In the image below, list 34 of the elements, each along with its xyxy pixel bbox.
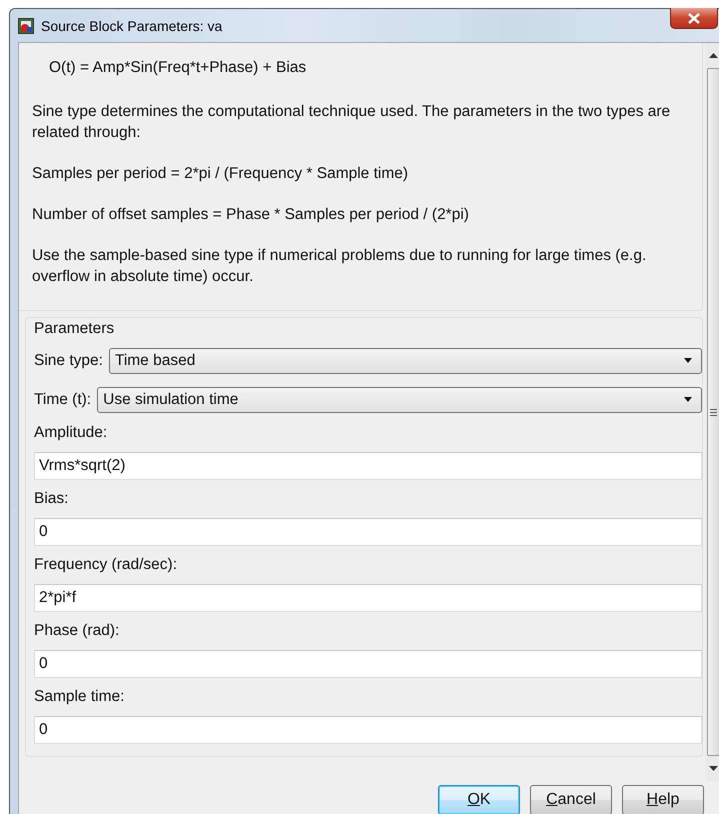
- dialog-button[interactable]: OK: [438, 785, 520, 814]
- dialog-button[interactable]: Help: [622, 785, 704, 814]
- caret-icon: [683, 397, 693, 403]
- dropdown[interactable]: Time based: [108, 348, 702, 374]
- app-icon: [18, 18, 34, 34]
- input-field[interactable]: 2*pi*f: [34, 584, 702, 612]
- input-field[interactable]: Vrms*sqrt(2): [34, 452, 702, 480]
- close-icon: [687, 12, 701, 24]
- scroll-thumb[interactable]: [706, 68, 719, 756]
- input-field[interactable]: 0: [34, 518, 702, 546]
- field-label: Bias:: [34, 490, 68, 508]
- field-label: Time (t):: [34, 391, 92, 409]
- description-text: Samples per period = 2*pi / (Frequency * Sample time): [32, 164, 410, 184]
- dialog-button[interactable]: Cancel: [530, 785, 612, 814]
- dropdown[interactable]: Use simulation time: [97, 387, 702, 413]
- up-arrow-icon[interactable]: [708, 53, 718, 58]
- down-arrow-icon[interactable]: [708, 766, 718, 771]
- field-label: Frequency (rad/sec):: [34, 556, 177, 574]
- input-field[interactable]: 0: [34, 650, 702, 678]
- input-field[interactable]: 0: [34, 716, 702, 744]
- formula-text: O(t) = Amp*Sin(Freq*t+Phase) + Bias: [48, 58, 308, 78]
- field-label: Amplitude:: [34, 424, 108, 442]
- caret-icon: [683, 358, 693, 364]
- scrollbar[interactable]: [705, 43, 719, 781]
- close-button[interactable]: [670, 8, 718, 29]
- description-text: Sine type determines the computational technique used. The parameters in the two types are related through:: [32, 102, 672, 143]
- field-label: Sine type:: [34, 352, 103, 370]
- description-text: Number of offset samples = Phase * Samples per period / (2*pi): [32, 205, 470, 225]
- window-title: Source Block Parameters: va: [41, 18, 222, 34]
- group-title: Parameters: [34, 320, 114, 338]
- field-label: Sample time:: [34, 688, 124, 706]
- field-label: Phase (rad):: [34, 622, 120, 640]
- grip-icon: [710, 408, 716, 416]
- description-text: Use the sample-based sine type if numerical problems due to running for large times (e.g. overflow in absolute time) occur.: [32, 246, 648, 287]
